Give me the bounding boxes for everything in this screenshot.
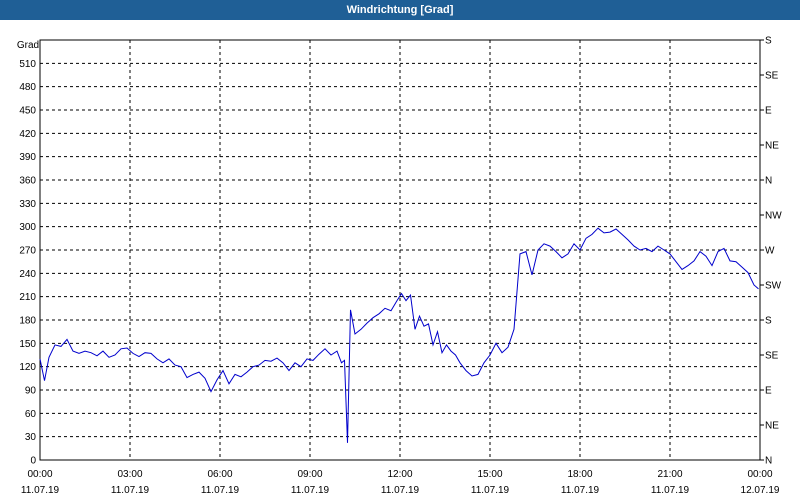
x-tick-date: 12.07.19 — [741, 485, 780, 496]
x-tick-date: 11.07.19 — [651, 485, 690, 496]
y2-tick-label: SW — [765, 281, 782, 292]
y-tick-label: 510 — [19, 59, 36, 70]
y2-tick-label: NE — [765, 141, 779, 152]
y2-tick-label: N — [765, 456, 772, 467]
x-tick-date: 11.07.19 — [201, 485, 240, 496]
chart: 0 30 60 90 120 150 180 210 240 270 300 330 360 390 420… — [17, 36, 782, 497]
x-tick-date: 11.07.19 — [111, 485, 150, 496]
y-tick-label: 330 — [19, 199, 36, 210]
y-tick-label: 240 — [19, 269, 36, 280]
x-tick-date: 11.07.19 — [381, 485, 420, 496]
y2-tick-label: NW — [765, 211, 782, 222]
y-tick-label: 270 — [19, 246, 36, 257]
x-tick-date: 11.07.19 — [21, 485, 60, 496]
x-tick-date: 11.07.19 — [291, 485, 330, 496]
y-axis: 0 30 60 90 120 150 180 210 240 270 300 330 360 390 420… — [19, 59, 36, 467]
y-tick-label: 360 — [19, 176, 36, 187]
y2-axis: N NE E SE S SW W NW N NE E SE S — [760, 36, 782, 467]
y-tick-label: 60 — [25, 409, 37, 420]
y2-tick-label: NE — [765, 421, 779, 432]
x-tick-time: 00:00 — [747, 469, 772, 480]
y-tick-label: 180 — [19, 316, 36, 327]
x-tick-date: 11.07.19 — [561, 485, 600, 496]
y-tick-label: 210 — [19, 292, 36, 303]
y-tick-label: 450 — [19, 106, 36, 117]
x-tick-time: 09:00 — [297, 469, 322, 480]
y2-tick-label: W — [765, 246, 775, 257]
y2-tick-label: SE — [765, 71, 779, 82]
x-tick-date: 11.07.19 — [471, 485, 510, 496]
y2-tick-label: E — [765, 386, 772, 397]
x-tick-time: 15:00 — [477, 469, 502, 480]
y-tick-label: 480 — [19, 82, 36, 93]
y-tick-label: 90 — [25, 386, 37, 397]
y-axis-label: Grad — [17, 40, 39, 51]
y2-tick-label: E — [765, 106, 772, 117]
x-tick-time: 12:00 — [387, 469, 412, 480]
y2-tick-label: SE — [765, 351, 779, 362]
y2-tick-label: N — [765, 176, 772, 187]
y-tick-label: 300 — [19, 222, 36, 233]
y-tick-label: 150 — [19, 339, 36, 350]
y2-tick-label: S — [765, 36, 772, 47]
x-axis: 00:00 11.07.19 03:00 11.07.19 06:00 11.07.19 0… — [21, 469, 780, 496]
x-tick-time: 21:00 — [657, 469, 682, 480]
y-tick-label: 0 — [30, 456, 36, 467]
y-tick-label: 390 — [19, 152, 36, 163]
x-tick-time: 00:00 — [27, 469, 52, 480]
x-tick-time: 18:00 — [567, 469, 592, 480]
x-tick-time: 03:00 — [117, 469, 142, 480]
x-tick-time: 06:00 — [207, 469, 232, 480]
y-tick-label: 420 — [19, 129, 36, 140]
y2-tick-label: S — [765, 316, 772, 327]
y-tick-label: 120 — [19, 362, 36, 373]
y-tick-label: 30 — [25, 432, 37, 443]
